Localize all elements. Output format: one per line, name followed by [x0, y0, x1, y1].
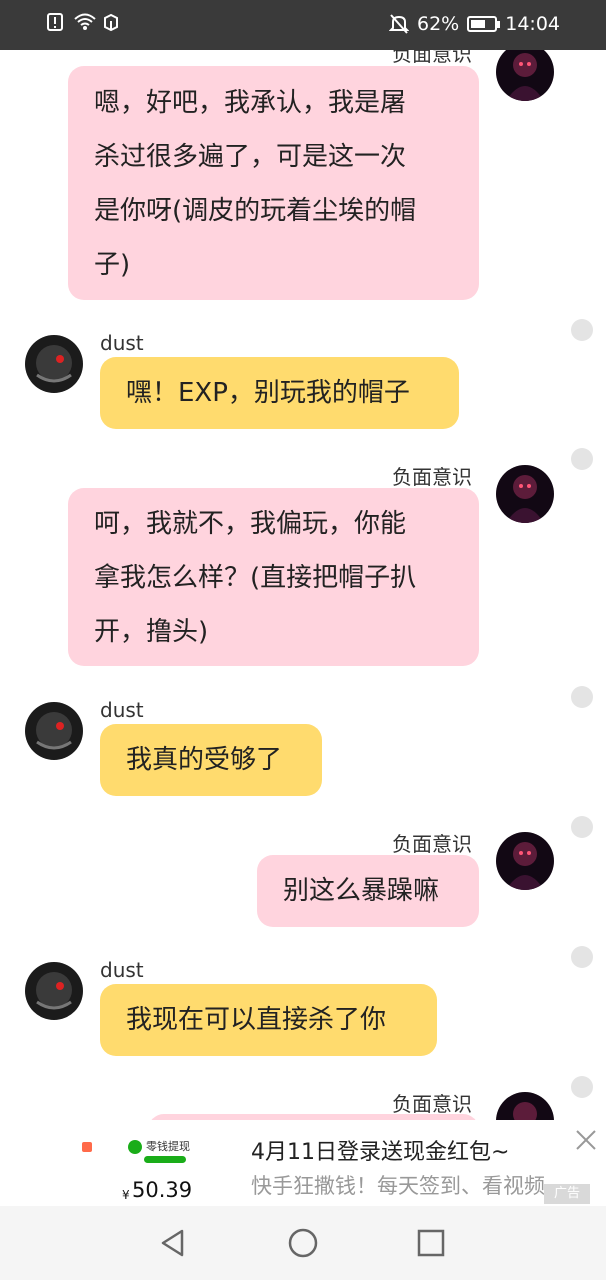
sender-name: dust — [100, 698, 144, 722]
sender-name: 负面意识 — [392, 465, 472, 489]
mute-icon — [388, 13, 410, 35]
battery-icon — [467, 16, 501, 32]
status-dot — [571, 319, 593, 341]
message-line: 我现在可以直接杀了你 — [126, 1005, 387, 1035]
ad-banner[interactable]: 零钱提现 ¥ 50.39 4月11日登录送现金红包~ 快手狂撒钱！每天签到、看视… — [0, 1120, 606, 1206]
chat-area[interactable]: 负面意识 嗯，好吧，我承认，我是屠 杀过很多遍了，可是这一次 是你呀(调皮的玩着… — [0, 50, 606, 1120]
ad-thumb-label: 零钱提现 — [146, 1140, 190, 1153]
check-icon — [128, 1140, 142, 1154]
ad-thumb-amount: 50.39 — [132, 1178, 193, 1202]
message-bubble[interactable]: 呵，我就不，我偏玩，你能 拿我怎么样？(直接把帽子扒 开，撸头) — [68, 488, 479, 666]
alert-icon — [46, 12, 66, 34]
ad-description[interactable]: 快手狂撒钱！每天签到、看视频 — [251, 1170, 545, 1200]
avatar[interactable] — [496, 832, 554, 890]
wifi-icon — [74, 12, 96, 34]
ad-thumb-pill — [144, 1156, 186, 1163]
sender-name: 负面意识 — [392, 832, 472, 856]
message-line: 是你呀(调皮的玩着尘埃的帽 — [94, 196, 417, 226]
avatar[interactable] — [25, 702, 83, 760]
message-line: 我真的受够了 — [126, 745, 283, 775]
status-dot — [571, 946, 593, 968]
ad-thumbnail[interactable]: 零钱提现 ¥ 50.39 — [80, 1130, 230, 1206]
app-logo-icon — [82, 1142, 92, 1152]
message-line: 拿我怎么样？(直接把帽子扒 — [94, 563, 417, 593]
sender-name: dust — [100, 331, 144, 355]
ad-thumb-currency: ¥ — [122, 1188, 130, 1202]
message-line: 别这么暴躁嘛 — [283, 876, 440, 906]
ad-title[interactable]: 4月11日登录送现金红包~ — [251, 1134, 509, 1166]
message-bubble[interactable]: 我真的受够了 — [100, 724, 322, 796]
navigation-bar — [0, 1206, 606, 1280]
status-bar: 62% 14:04 — [0, 0, 606, 50]
avatar[interactable] — [25, 335, 83, 393]
message-line: 子) — [94, 250, 131, 280]
status-dot — [571, 686, 593, 708]
avatar[interactable] — [496, 1092, 554, 1120]
close-icon[interactable] — [574, 1128, 598, 1152]
message-line: 嘿！EXP，别玩我的帽子 — [126, 378, 410, 408]
status-dot — [571, 1076, 593, 1098]
sender-name: dust — [100, 958, 144, 982]
recents-square-icon[interactable] — [414, 1226, 448, 1260]
message-bubble[interactable]: 嘿！EXP，别玩我的帽子 — [100, 357, 459, 429]
avatar[interactable] — [496, 50, 554, 101]
message-bubble[interactable]: 别这么暴躁嘛 — [257, 855, 479, 927]
message-line: 杀过很多遍了，可是这一次 — [94, 142, 407, 172]
status-left-icons — [46, 12, 122, 34]
back-triangle-icon[interactable] — [156, 1226, 190, 1260]
status-dot — [571, 448, 593, 470]
home-circle-icon[interactable] — [286, 1226, 320, 1260]
message-bubble[interactable]: 嗯，好吧，我承认，我是屠 杀过很多遍了，可是这一次 是你呀(调皮的玩着尘埃的帽 … — [68, 66, 479, 300]
message-line: 嗯，好吧，我承认，我是屠 — [94, 88, 407, 118]
ad-tag: 广告 — [544, 1184, 590, 1204]
status-right: 62% 14:04 — [388, 13, 560, 35]
clock-time: 14:04 — [505, 13, 560, 35]
app-notification-icon — [102, 12, 122, 34]
message-line: 开，撸头) — [94, 617, 209, 647]
sender-name: 负面意识 — [392, 1092, 472, 1116]
status-dot — [571, 816, 593, 838]
message-bubble[interactable]: 我现在可以直接杀了你 — [100, 984, 437, 1056]
sender-name: 负面意识 — [392, 50, 472, 66]
avatar[interactable] — [25, 962, 83, 1020]
message-line: 呵，我就不，我偏玩，你能 — [94, 509, 407, 539]
battery-percent: 62% — [417, 13, 460, 35]
avatar[interactable] — [496, 465, 554, 523]
